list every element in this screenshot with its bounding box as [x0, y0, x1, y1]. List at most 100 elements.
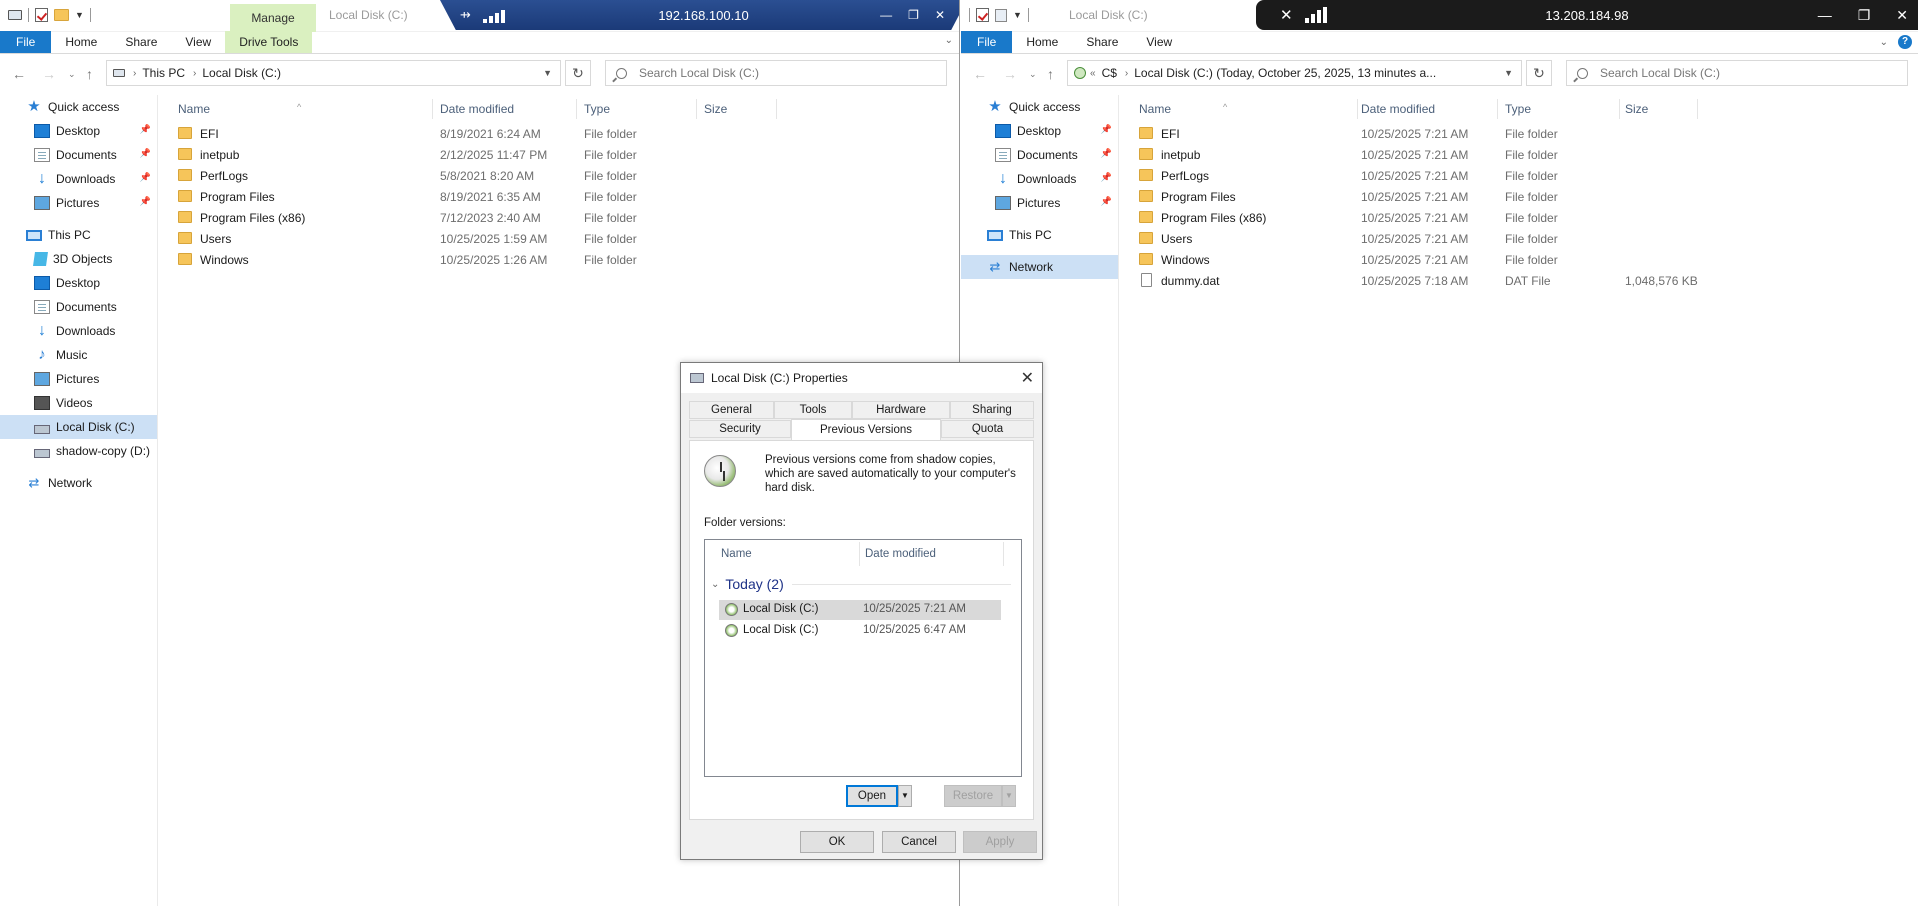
tab-hardware[interactable]: Hardware	[852, 401, 950, 419]
tab-view[interactable]: View	[171, 31, 225, 53]
close-icon[interactable]: ✕	[1896, 7, 1908, 24]
customize-toolbar-icon[interactable]: ▼	[75, 10, 84, 20]
sidebar-item[interactable]: ⇄ Network	[961, 255, 1118, 279]
column-divider[interactable]	[696, 99, 697, 119]
file-row[interactable]: Program Files 8/19/2021 6:35 AM File folde…	[160, 186, 959, 207]
pin-icon[interactable]: 📌	[1101, 124, 1112, 135]
restore-dropdown-icon[interactable]: ▼	[1002, 785, 1016, 807]
column-divider[interactable]	[432, 99, 433, 119]
sidebar-item[interactable]: Pictures 📌	[961, 191, 1118, 215]
up-icon[interactable]: ↑	[1047, 66, 1054, 82]
customize-toolbar-icon[interactable]: ▼	[1013, 10, 1022, 20]
file-row[interactable]: EFI 8/19/2021 6:24 AM File folder	[160, 123, 959, 144]
column-type[interactable]: Type	[1505, 102, 1531, 116]
file-row[interactable]: inetpub 2/12/2025 11:47 PM File folder	[160, 144, 959, 165]
column-divider[interactable]	[1697, 99, 1698, 119]
apply-button[interactable]: Apply	[963, 831, 1037, 853]
column-divider[interactable]	[1497, 99, 1498, 119]
column-size[interactable]: Size	[704, 102, 727, 116]
column-divider[interactable]	[576, 99, 577, 119]
search-box[interactable]: Search Local Disk (C:)	[1566, 60, 1908, 86]
tab-manage[interactable]: Manage	[230, 4, 316, 32]
expand-ribbon-icon[interactable]: ⌄	[945, 35, 953, 46]
new-folder-icon[interactable]	[54, 9, 69, 21]
breadcrumb-local-disk[interactable]: Local Disk (C:)	[202, 66, 281, 80]
tab-home[interactable]: Home	[1012, 31, 1072, 53]
sidebar-item[interactable]: Pictures 📌	[0, 191, 157, 215]
pin-icon[interactable]: 📌	[140, 124, 151, 135]
refresh-icon[interactable]: ↻	[565, 60, 591, 86]
sidebar-item[interactable]: ⇄ Network	[0, 471, 157, 495]
column-size[interactable]: Size	[1625, 102, 1648, 116]
column-divider[interactable]	[1619, 99, 1620, 119]
up-icon[interactable]: ↑	[86, 66, 93, 82]
breadcrumb-share[interactable]: C$	[1102, 66, 1117, 80]
tab-share[interactable]: Share	[1072, 31, 1132, 53]
pin-icon[interactable]: 📌	[1101, 148, 1112, 159]
file-row[interactable]: Users 10/25/2025 7:21 AM File folder	[1121, 228, 1918, 249]
sidebar-item[interactable]: ★ Quick access	[0, 95, 157, 119]
unpin-icon[interactable]: ✕	[1280, 6, 1293, 24]
file-row[interactable]: Program Files (x86) 10/25/2025 7:21 AM Fil…	[1121, 207, 1918, 228]
search-box[interactable]: Search Local Disk (C:)	[605, 60, 947, 86]
sidebar-item[interactable]: Videos	[0, 391, 157, 415]
tab-security[interactable]: Security	[689, 420, 791, 438]
file-row[interactable]: PerfLogs 10/25/2025 7:21 AM File folder	[1121, 165, 1918, 186]
tab-view[interactable]: View	[1132, 31, 1186, 53]
tab-share[interactable]: Share	[111, 31, 171, 53]
tab-file[interactable]: File	[0, 31, 52, 53]
sidebar-item[interactable]: ♪ Music	[0, 343, 157, 367]
tab-home[interactable]: Home	[51, 31, 111, 53]
sidebar-item[interactable]: ↓ Downloads	[0, 319, 157, 343]
overflow-chevron-icon[interactable]: «	[1090, 68, 1096, 79]
tab-file[interactable]: File	[961, 31, 1013, 53]
tab-general[interactable]: General	[689, 401, 774, 419]
column-divider[interactable]	[1003, 542, 1004, 566]
file-row[interactable]: Windows 10/25/2025 7:21 AM File folder	[1121, 249, 1918, 270]
minimize-icon[interactable]: —	[1818, 7, 1832, 24]
breadcrumb-local-disk-snapshot[interactable]: Local Disk (C:) (Today, October 25, 2025…	[1134, 66, 1436, 80]
column-date-modified[interactable]: Date modified	[440, 102, 514, 116]
file-row[interactable]: inetpub 10/25/2025 7:21 AM File folder	[1121, 144, 1918, 165]
open-button[interactable]: Open	[846, 785, 898, 807]
chevron-down-icon[interactable]: ▼	[543, 68, 552, 78]
sidebar-item[interactable]: 3D Objects	[0, 247, 157, 271]
version-row[interactable]: Local Disk (C:) 10/25/2025 6:47 AM	[719, 621, 1001, 641]
sidebar-item[interactable]: Documents	[0, 295, 157, 319]
pin-icon[interactable]: 📌	[1101, 196, 1112, 207]
back-icon[interactable]: ←	[973, 66, 987, 82]
sidebar-item[interactable]: Desktop 📌	[961, 119, 1118, 143]
breadcrumb-this-pc[interactable]: This PC	[142, 66, 185, 80]
collapse-icon[interactable]: ⌄	[711, 579, 719, 590]
tab-quota[interactable]: Quota	[941, 420, 1034, 438]
sidebar-item[interactable]: This PC	[961, 223, 1118, 247]
close-icon[interactable]: ✕	[1021, 368, 1034, 388]
cancel-button[interactable]: Cancel	[882, 831, 956, 853]
pin-icon[interactable]: 📌	[140, 196, 151, 207]
column-name[interactable]: Name	[178, 102, 210, 116]
column-divider[interactable]	[859, 542, 860, 566]
close-icon[interactable]: ✕	[935, 8, 945, 22]
column-name[interactable]: Name	[1139, 102, 1171, 116]
group-header-today[interactable]: ⌄ Today (2)	[711, 576, 1011, 592]
help-icon[interactable]: ?	[1898, 35, 1912, 49]
sidebar-item[interactable]: Documents 📌	[961, 143, 1118, 167]
file-row[interactable]: Program Files (x86) 7/12/2023 2:40 AM File…	[160, 207, 959, 228]
drive-icon[interactable]	[8, 10, 22, 20]
sidebar-item[interactable]: Desktop 📌	[0, 119, 157, 143]
column-divider[interactable]	[1357, 99, 1358, 119]
sidebar-item[interactable]: Documents 📌	[0, 143, 157, 167]
version-row[interactable]: Local Disk (C:) 10/25/2025 7:21 AM	[719, 600, 1001, 620]
recent-locations-icon[interactable]: ⌄	[68, 69, 76, 80]
open-dropdown-icon[interactable]: ▼	[898, 785, 912, 807]
address-bar[interactable]: « C$ › Local Disk (C:) (Today, October 2…	[1067, 60, 1522, 86]
tab-drive-tools[interactable]: Drive Tools	[225, 31, 313, 53]
pin-icon[interactable]: 📌	[140, 172, 151, 183]
ok-button[interactable]: OK	[800, 831, 874, 853]
file-row[interactable]: EFI 10/25/2025 7:21 AM File folder	[1121, 123, 1918, 144]
sidebar-item[interactable]: Desktop	[0, 271, 157, 295]
file-row[interactable]: dummy.dat 10/25/2025 7:18 AM DAT File 1,048…	[1121, 270, 1918, 291]
sidebar-item[interactable]: Pictures	[0, 367, 157, 391]
file-row[interactable]: Program Files 10/25/2025 7:21 AM File fold…	[1121, 186, 1918, 207]
file-row[interactable]: Users 10/25/2025 1:59 AM File folder	[160, 228, 959, 249]
